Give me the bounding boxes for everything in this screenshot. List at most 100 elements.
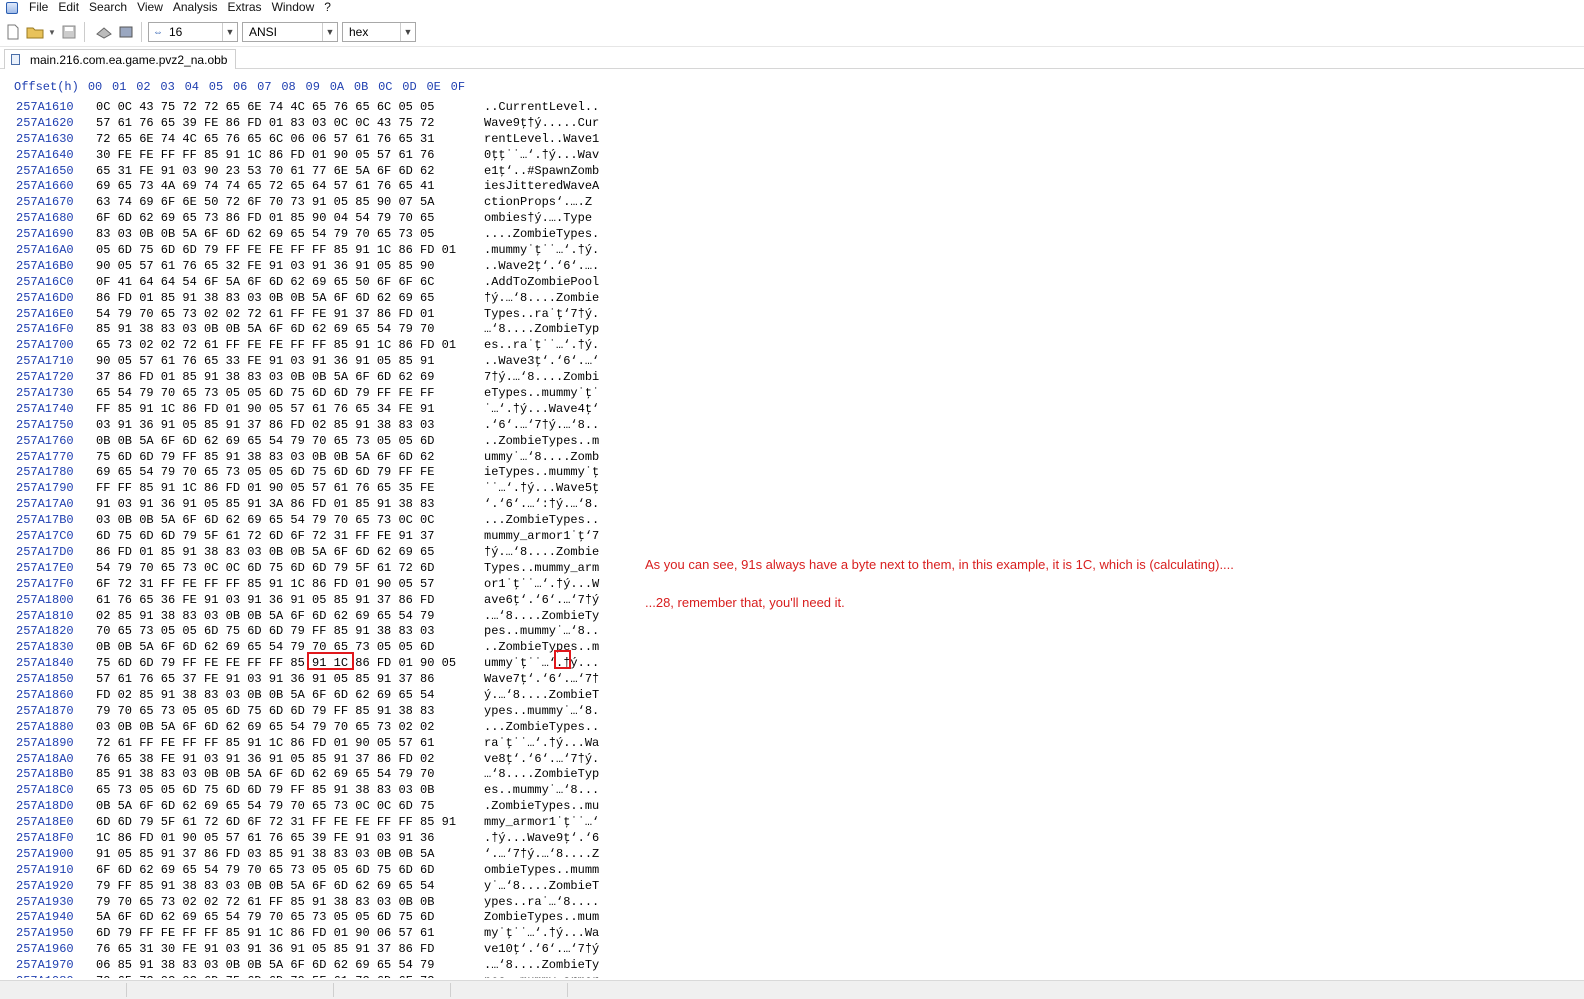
ascii-cell[interactable]: †ý.…‘8....Zombie (484, 291, 599, 307)
offset-cell[interactable]: 257A1640 (16, 148, 74, 164)
hex-bytes-cell[interactable]: 30 FE FE FF FF 85 91 1C 86 FD 01 90 05 5… (96, 148, 434, 164)
offset-cell[interactable]: 257A17E0 (16, 561, 74, 577)
ascii-cell[interactable]: es..mummy˙…‘8... (484, 783, 599, 799)
hex-bytes-cell[interactable]: 6D 75 6D 6D 79 5F 61 72 6D 6F 72 31 FF F… (96, 529, 434, 545)
ascii-cell[interactable]: ombieTypes..mumm (484, 863, 599, 879)
offset-cell[interactable]: 257A1820 (16, 624, 74, 640)
ascii-cell[interactable]: Wave9ţ†ý.....Cur (484, 116, 599, 132)
ascii-cell[interactable]: 7†ý.…‘8....Zombi (484, 370, 599, 386)
offset-cell[interactable]: 257A1970 (16, 958, 74, 974)
offset-cell[interactable]: 257A1930 (16, 895, 74, 911)
hex-bytes-cell[interactable]: 70 65 73 05 05 6D 75 6D 6D 79 FF 85 91 3… (96, 624, 434, 640)
dropdown-arrow-icon[interactable]: ▼ (48, 23, 56, 41)
ascii-cell[interactable]: ..ZombieTypes..m (484, 640, 599, 656)
hex-bytes-cell[interactable]: 65 73 05 05 6D 75 6D 6D 79 FF 85 91 38 8… (96, 783, 434, 799)
offset-cell[interactable]: 257A1630 (16, 132, 74, 148)
hex-bytes-cell[interactable]: 57 61 76 65 39 FE 86 FD 01 83 03 0C 0C 4… (96, 116, 434, 132)
offset-cell[interactable]: 257A16B0 (16, 259, 74, 275)
offset-cell[interactable]: 257A17D0 (16, 545, 74, 561)
ascii-cell[interactable]: ..CurrentLevel.. (484, 100, 599, 116)
offset-cell[interactable]: 257A18B0 (16, 767, 74, 783)
hex-bytes-cell[interactable]: 86 FD 01 85 91 38 83 03 0B 0B 5A 6F 6D 6… (96, 291, 434, 307)
chevron-down-icon[interactable]: ▼ (400, 23, 415, 41)
hex-bytes-cell[interactable]: 0B 0B 5A 6F 6D 62 69 65 54 79 70 65 73 0… (96, 434, 434, 450)
hex-bytes-cell[interactable]: 57 61 76 65 37 FE 91 03 91 36 91 05 85 9… (96, 672, 434, 688)
tab-file[interactable]: main.216.com.ea.game.pvz2_na.obb (4, 49, 237, 69)
hex-bytes-cell[interactable]: 85 91 38 83 03 0B 0B 5A 6F 6D 62 69 65 5… (96, 767, 434, 783)
menu-view[interactable]: View (132, 0, 168, 15)
offset-cell[interactable]: 257A16F0 (16, 322, 74, 338)
offset-cell[interactable]: 257A18F0 (16, 831, 74, 847)
hex-bytes-cell[interactable]: 6F 6D 62 69 65 73 86 FD 01 85 90 04 54 7… (96, 211, 434, 227)
ascii-cell[interactable]: pes..mummy_armor (484, 974, 599, 978)
ascii-cell[interactable]: mummy_armor1˙ţ‘7 (484, 529, 599, 545)
offset-cell[interactable]: 257A1700 (16, 338, 74, 354)
offset-cell[interactable]: 257A1760 (16, 434, 74, 450)
menu-search[interactable]: Search (84, 0, 132, 15)
hex-bytes-cell[interactable]: 05 6D 75 6D 6D 79 FF FE FE FF FF 85 91 1… (96, 243, 456, 259)
ascii-cell[interactable]: .ZombieTypes..mu (484, 799, 599, 815)
chevron-down-icon[interactable]: ▼ (322, 23, 337, 41)
ascii-cell[interactable]: .†ý...Wave9ţ‘.‘6 (484, 831, 599, 847)
ascii-cell[interactable]: .AddToZombiePool (484, 275, 599, 291)
offset-cell[interactable]: 257A1730 (16, 386, 74, 402)
hex-bytes-cell[interactable]: 75 6D 6D 79 FF 85 91 38 83 03 0B 0B 5A 6… (96, 450, 434, 466)
offset-cell[interactable]: 257A1790 (16, 481, 74, 497)
hex-bytes-cell[interactable]: 63 74 69 6F 6E 50 72 6F 70 73 91 05 85 9… (96, 195, 434, 211)
offset-cell[interactable]: 257A16D0 (16, 291, 74, 307)
hex-bytes-cell[interactable]: 90 05 57 61 76 65 32 FE 91 03 91 36 91 0… (96, 259, 434, 275)
disk-icon[interactable] (95, 23, 113, 41)
hex-bytes-cell[interactable]: 79 70 65 73 05 05 6D 75 6D 6D 79 FF 85 9… (96, 704, 434, 720)
hex-bytes-cell[interactable]: 69 65 54 79 70 65 73 05 05 6D 75 6D 6D 7… (96, 465, 434, 481)
ascii-cell[interactable]: e1ţ‘..#SpawnZomb (484, 164, 599, 180)
hex-bytes-cell[interactable]: 0B 0B 5A 6F 6D 62 69 65 54 79 70 65 73 0… (96, 640, 434, 656)
ascii-cell[interactable]: Types..ra˙ţ‘7†ý. (484, 307, 599, 323)
hex-bytes-cell[interactable]: 6D 79 FF FE FF FF 85 91 1C 86 FD 01 90 0… (96, 926, 434, 942)
ascii-cell[interactable]: or1˙ţ˙˙…‘.†ý...W (484, 577, 599, 593)
hex-bytes-cell[interactable]: 54 79 70 65 73 02 02 72 61 FF FE 91 37 8… (96, 307, 434, 323)
offset-cell[interactable]: 257A17C0 (16, 529, 74, 545)
offset-cell[interactable]: 257A1610 (16, 100, 74, 116)
open-folder-icon[interactable] (26, 23, 44, 41)
hex-bytes-cell[interactable]: 79 FF 85 91 38 83 03 0B 0B 5A 6F 6D 62 6… (96, 879, 434, 895)
offset-cell[interactable]: 257A18A0 (16, 752, 74, 768)
ascii-cell[interactable]: iesJitteredWaveA (484, 179, 599, 195)
offset-cell[interactable]: 257A17B0 (16, 513, 74, 529)
hex-bytes-cell[interactable]: 79 70 65 73 02 02 72 61 FF 85 91 38 83 0… (96, 895, 434, 911)
ascii-cell[interactable]: ve10ţ‘.‘6‘.…‘7†ý (484, 942, 599, 958)
hex-bytes-cell[interactable]: 03 0B 0B 5A 6F 6D 62 69 65 54 79 70 65 7… (96, 513, 434, 529)
hex-view[interactable]: Offset(h) 00 01 02 03 04 05 06 07 08 09 0A 0B 0C 0D 0E… (0, 76, 1584, 978)
hex-bytes-cell[interactable]: 83 03 0B 0B 5A 6F 6D 62 69 65 54 79 70 6… (96, 227, 434, 243)
offset-cell[interactable]: 257A1860 (16, 688, 74, 704)
hex-bytes-cell[interactable]: 03 0B 0B 5A 6F 6D 62 69 65 54 79 70 65 7… (96, 720, 434, 736)
hex-bytes-cell[interactable]: 91 05 85 91 37 86 FD 03 85 91 38 83 03 0… (96, 847, 434, 863)
hex-bytes-cell[interactable]: 6D 6D 79 5F 61 72 6D 6F 72 31 FF FE FE F… (96, 815, 456, 831)
offset-cell[interactable]: 257A16C0 (16, 275, 74, 291)
hex-bytes-cell[interactable]: 6F 6D 62 69 65 54 79 70 65 73 05 05 6D 7… (96, 863, 434, 879)
save-icon[interactable] (60, 23, 78, 41)
ascii-cell[interactable]: ý.…‘8....ZombieT (484, 688, 599, 704)
hex-bytes-cell[interactable]: 0F 41 64 64 54 6F 5A 6F 6D 62 69 65 50 6… (96, 275, 434, 291)
hex-bytes-cell[interactable]: 76 65 38 FE 91 03 91 36 91 05 85 91 37 8… (96, 752, 434, 768)
ascii-cell[interactable]: ypes..mummy˙…‘8. (484, 704, 599, 720)
offset-cell[interactable]: 257A1890 (16, 736, 74, 752)
offset-cell[interactable]: 257A1710 (16, 354, 74, 370)
ascii-cell[interactable]: ˙˙…‘.†ý...Wave5ţ (484, 481, 599, 497)
ascii-cell[interactable]: .…‘8....ZombieTy (484, 609, 599, 625)
hex-bytes-cell[interactable]: 65 54 79 70 65 73 05 05 6D 75 6D 6D 79 F… (96, 386, 434, 402)
hex-bytes-cell[interactable]: FF 85 91 1C 86 FD 01 90 05 57 61 76 65 3… (96, 402, 434, 418)
ascii-cell[interactable]: ...ZombieTypes.. (484, 720, 599, 736)
hex-bytes-cell[interactable]: 6F 72 31 FF FE FF FF 85 91 1C 86 FD 01 9… (96, 577, 434, 593)
offset-cell[interactable]: 257A1810 (16, 609, 74, 625)
ascii-cell[interactable]: ..Wave3ţ‘.‘6‘.…‘ (484, 354, 599, 370)
offset-cell[interactable]: 257A18C0 (16, 783, 74, 799)
ascii-cell[interactable]: …‘8....ZombieTyp (484, 322, 599, 338)
offset-cell[interactable]: 257A1870 (16, 704, 74, 720)
ram-icon[interactable] (117, 23, 135, 41)
ascii-cell[interactable]: †ý.…‘8....Zombie (484, 545, 599, 561)
hex-bytes-cell[interactable]: 02 85 91 38 83 03 0B 0B 5A 6F 6D 62 69 6… (96, 609, 434, 625)
ascii-cell[interactable]: ummy˙ţ˙˙…‘.†ý... (484, 656, 599, 672)
ascii-cell[interactable]: ctionProps‘.….Z (484, 195, 592, 211)
offset-cell[interactable]: 257A1800 (16, 593, 74, 609)
hex-bytes-cell[interactable]: 37 86 FD 01 85 91 38 83 03 0B 0B 5A 6F 6… (96, 370, 434, 386)
